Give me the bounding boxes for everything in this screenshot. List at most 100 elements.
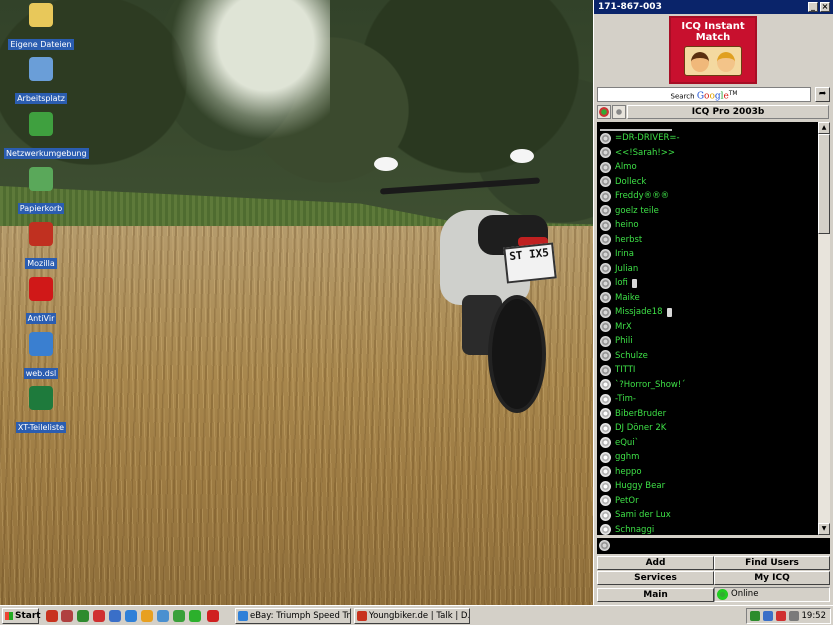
quicklaunch-star-icon[interactable] [189, 610, 201, 622]
quicklaunch-mozilla-icon[interactable] [46, 610, 58, 622]
contact-row[interactable]: <<!Sarah!>> [597, 146, 818, 161]
search-go-icon[interactable]: ➦ [815, 87, 830, 102]
icq-titlebar[interactable]: 171-867-003 _ × [594, 0, 833, 14]
online-flower-icon [600, 190, 611, 202]
contact-row[interactable]: Irina [597, 247, 818, 262]
tray-network-icon[interactable] [763, 611, 773, 621]
desktop-icon-web-dsl[interactable]: web.dsl [4, 332, 78, 379]
google-search-box[interactable]: Search GoogleTM [597, 87, 811, 102]
contact-row[interactable]: TITTI [597, 363, 818, 378]
main-button[interactable]: Main [597, 588, 714, 602]
contact-row[interactable]: Missjade18 [597, 305, 818, 320]
banner-line1: ICQ Instant [681, 21, 745, 32]
scroll-up-icon[interactable]: ▲ [818, 122, 830, 134]
quicklaunch-skype-icon[interactable] [93, 610, 105, 622]
contact-row[interactable]: Phili [597, 334, 818, 349]
banner-line2: Match [695, 32, 731, 43]
start-label: Start [15, 611, 41, 621]
contact-row[interactable]: goelz teile [597, 204, 818, 219]
scroll-thumb[interactable] [818, 134, 830, 234]
quicklaunch-window-icon[interactable] [109, 610, 121, 622]
online-flower-icon [600, 350, 611, 362]
desktop-icon-mozilla[interactable]: Mozilla [4, 222, 78, 269]
contact-name: DJ Döner 2K [615, 423, 667, 434]
contact-row[interactable]: BiberBruder [597, 407, 818, 422]
close-button[interactable]: × [820, 2, 830, 12]
task-ebay[interactable]: eBay: Triumph Speed Tri... [235, 608, 351, 624]
icq-instant-match-banner[interactable]: ICQ Instant Match [669, 16, 757, 84]
ie-icon [238, 611, 248, 621]
desktop-icon-arbeitsplatz[interactable]: Arbeitsplatz [4, 57, 78, 104]
network-icon [29, 112, 53, 136]
offline-flower-icon [600, 422, 611, 434]
desktop-icon-eigene-dateien[interactable]: Eigene Dateien [4, 3, 78, 50]
taskbar: Start eBay: Triumph Speed Tri... Youngbi… [0, 605, 833, 625]
my-icq-button[interactable]: My ICQ [714, 571, 830, 585]
contact-row[interactable]: Maike [597, 291, 818, 306]
flower-icon [599, 540, 610, 551]
contact-row[interactable]: MrX [597, 320, 818, 335]
services-button[interactable]: Services [597, 571, 714, 585]
quicklaunch-ie-icon[interactable] [125, 610, 137, 622]
quicklaunch-pencil-icon[interactable] [141, 610, 153, 622]
quicklaunch-app-icon[interactable] [61, 610, 73, 622]
icq-window[interactable]: 171-867-003 _ × ICQ Instant Match Search… [593, 0, 833, 605]
contact-name: Sami der Lux [615, 510, 671, 521]
minimize-button[interactable]: _ [808, 2, 818, 12]
desktop-icon-label: Arbeitsplatz [15, 93, 67, 104]
contact-name: <<!Sarah!>> [615, 147, 675, 158]
contact-list-scrollbar[interactable]: ▲ ▼ [818, 122, 830, 535]
contact-name: herbst [615, 234, 643, 245]
contact-row[interactable]: herbst [597, 233, 818, 248]
contact-row[interactable]: Sami der Lux [597, 508, 818, 523]
add-button[interactable]: Add [597, 556, 714, 570]
contact-row[interactable]: Huggy Bear [597, 479, 818, 494]
contact-row[interactable]: =DR-DRIVER=- [597, 131, 818, 146]
antivir-icon [29, 277, 53, 301]
contact-row[interactable]: DJ Döner 2K [597, 421, 818, 436]
contact-row[interactable]: Schnaggi [597, 523, 818, 535]
tray-antivir-icon[interactable] [776, 611, 786, 621]
online-flower-icon [600, 132, 611, 144]
folder-icon [29, 3, 53, 27]
offline-flower-icon [600, 379, 611, 391]
contact-row[interactable]: lofi [597, 276, 818, 291]
contact-row[interactable]: Schulze [597, 349, 818, 364]
offline-flower-icon [600, 466, 611, 478]
tray-volume-icon[interactable] [789, 611, 799, 621]
desktop-icon-antivir[interactable]: AntiVir [4, 277, 78, 324]
start-button[interactable]: Start [2, 608, 41, 624]
contact-row[interactable]: heppo [597, 465, 818, 480]
contact-row[interactable]: eQui` [597, 436, 818, 451]
find-users-button[interactable]: Find Users [714, 556, 830, 570]
quicklaunch-c-icon[interactable] [207, 610, 219, 622]
contact-name: Almo [615, 162, 637, 173]
contact-row[interactable]: PetOr [597, 494, 818, 509]
desktop-icon-netzwerkumgebung[interactable]: Netzwerkumgebung [4, 112, 89, 159]
contact-row[interactable]: Freddy®®® [597, 189, 818, 204]
icq-menu-icon[interactable] [612, 105, 626, 119]
contact-row[interactable]: -Tim- [597, 392, 818, 407]
task-youngbiker[interactable]: Youngbiker.de | Talk | D... [354, 608, 470, 624]
status-selector[interactable]: Online [714, 587, 830, 602]
icq-status-flower-icon[interactable] [597, 105, 611, 119]
contact-row[interactable]: heino [597, 218, 818, 233]
quicklaunch-icq-icon[interactable] [77, 610, 89, 622]
quicklaunch-network-icon[interactable] [173, 610, 185, 622]
desktop-icon-xt-teileliste[interactable]: XT-Teileliste [4, 386, 78, 433]
scroll-down-icon[interactable]: ▼ [818, 523, 830, 535]
contact-row[interactable]: `?Horror_Show!´ [597, 378, 818, 393]
online-flower-icon [600, 219, 611, 231]
contact-row[interactable]: Julian [597, 262, 818, 277]
google-logo: Google [696, 91, 729, 102]
contact-row[interactable]: Dolleck [597, 175, 818, 190]
contact-row[interactable]: Almo [597, 160, 818, 175]
desktop-icon-papierkorb[interactable]: Papierkorb [4, 167, 78, 214]
contact-list[interactable]: =DR-DRIVER=- <<!Sarah!>> Almo Dolleck Freddy… [597, 122, 818, 535]
contact-name: heppo [615, 466, 642, 477]
contact-row[interactable]: gghm [597, 450, 818, 465]
offline-flower-icon [600, 451, 611, 463]
status-label: Online [731, 589, 759, 599]
tray-icq-icon[interactable] [750, 611, 760, 621]
quicklaunch-globe-icon[interactable] [157, 610, 169, 622]
